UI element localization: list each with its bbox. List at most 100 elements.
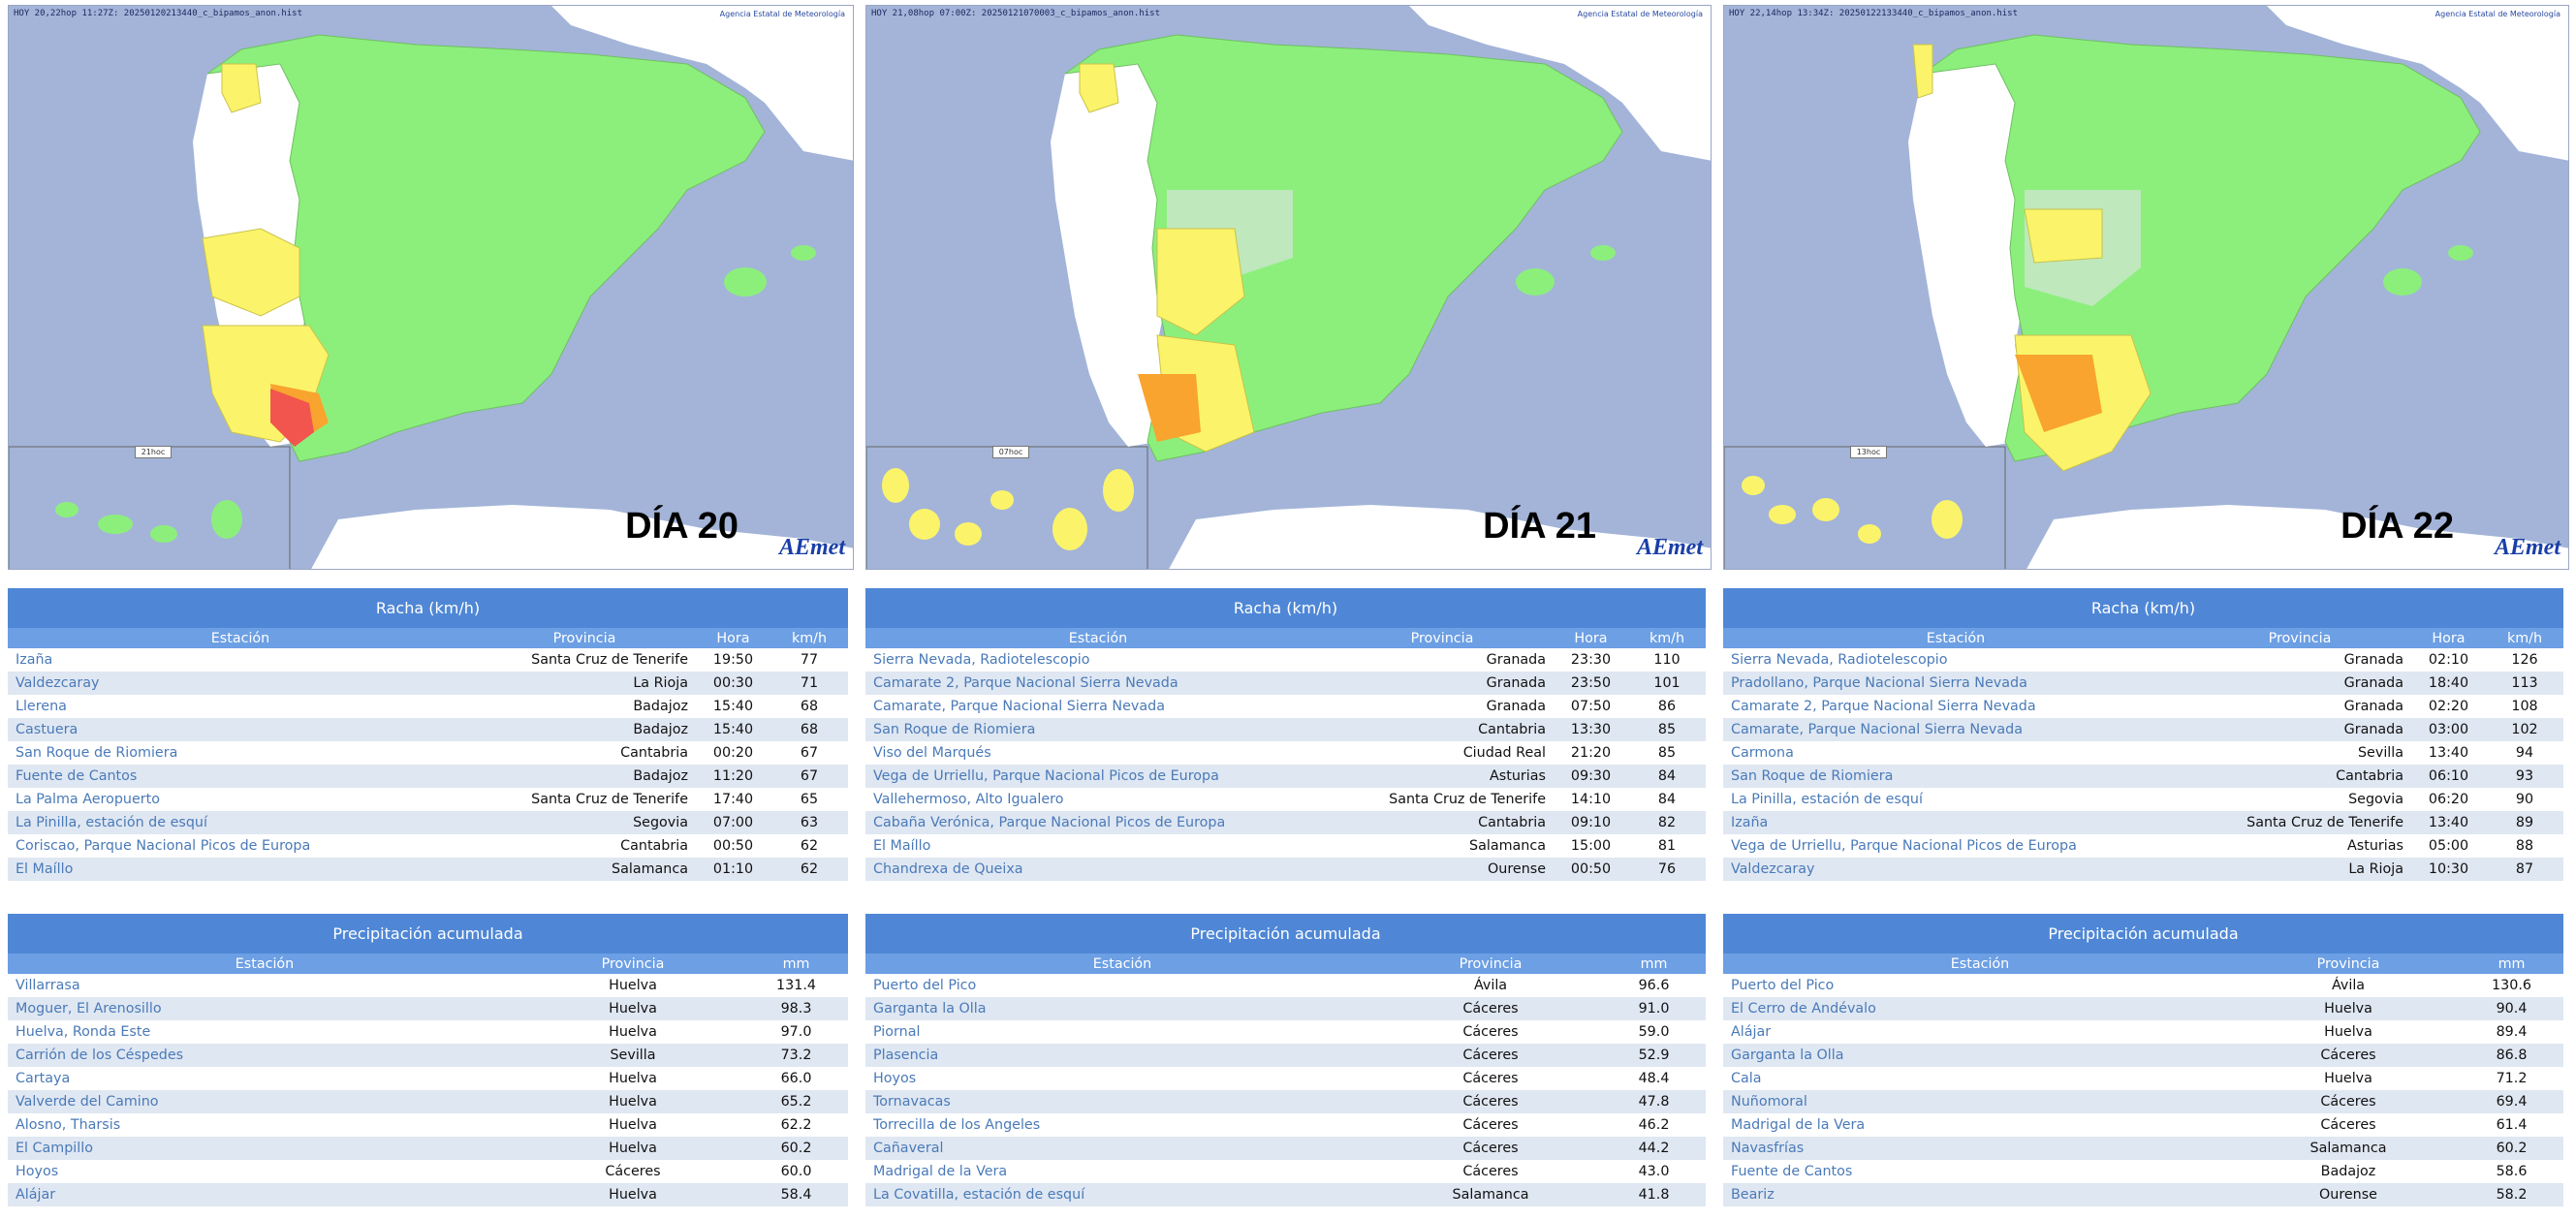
station-link[interactable]: Tornavacas [865,1090,1379,1113]
hour-cell: 15:00 [1570,838,1612,854]
table-row: Alájar Huelva 89.4 [1723,1020,2563,1044]
column-header-station: Estación [865,954,1379,974]
station-link[interactable]: Puerto del Pico [865,974,1379,997]
gust-value-cell: 68 [800,722,819,737]
station-link[interactable]: Madrigal de la Vera [1723,1113,2237,1137]
precip-value-cell: 86.8 [2496,1048,2528,1063]
station-link[interactable]: Vega de Urriellu, Parque Nacional Picos … [1723,834,2188,858]
station-link[interactable]: Alájar [1723,1020,2237,1044]
station-link[interactable]: Camarate, Parque Nacional Sierra Nevada [865,695,1331,718]
station-link[interactable]: Valverde del Camino [8,1090,521,1113]
station-link[interactable]: Vallehermoso, Alto Igualero [865,788,1331,811]
table-row: La Pinilla, estación de esquí Segovia 07:0… [8,811,848,834]
station-link[interactable]: Pradollano, Parque Nacional Sierra Nevad… [1723,672,2188,695]
hour-cell: 09:30 [1570,768,1612,784]
station-link[interactable]: La Pinilla, estación de esquí [1723,788,2188,811]
station-link[interactable]: Izaña [1723,811,2188,834]
station-link[interactable]: Cañaveral [865,1137,1379,1160]
precip-value-cell: 61.4 [2496,1117,2528,1133]
station-link[interactable]: Beariz [1723,1183,2237,1206]
station-link[interactable]: Madrigal de la Vera [865,1160,1379,1183]
table-row: Garganta la Olla Cáceres 91.0 [865,997,1706,1020]
province-cell: Huelva [609,1001,657,1017]
station-link[interactable]: Torrecilla de los Angeles [865,1113,1379,1137]
warning-map-day-22[interactable]: HOY 22,14hop 13:34Z: 20250122133440_c_bi… [1723,5,2569,570]
station-link[interactable]: La Palma Aeropuerto [8,788,473,811]
station-link[interactable]: El Cerro de Andévalo [1723,997,2237,1020]
station-link[interactable]: Alosno, Tharsis [8,1113,521,1137]
station-link[interactable]: Piornal [865,1020,1379,1044]
table-row: Puerto del Pico Ávila 130.6 [1723,974,2563,997]
station-link[interactable]: Valdezcaray [1723,858,2188,881]
racha-table: Estación Provincia Hora km/h Izaña Santa … [8,628,848,881]
province-cell: Granada [2343,699,2403,714]
station-link[interactable]: Sierra Nevada, Radiotelescopio [1723,648,2188,672]
province-cell: Cáceres [1462,1001,1519,1017]
precip-value-cell: 90.4 [2496,1001,2528,1017]
table-row: El Campillo Huelva 60.2 [8,1137,848,1160]
hour-cell: 18:40 [2428,675,2469,691]
station-link[interactable]: Izaña [8,648,473,672]
precip-value-cell: 58.6 [2496,1164,2528,1179]
station-link[interactable]: Llerena [8,695,473,718]
station-link[interactable]: Carrión de los Céspedes [8,1044,521,1067]
station-link[interactable]: Hoyos [865,1067,1379,1090]
province-cell: Cáceres [1462,1048,1519,1063]
station-link[interactable]: San Roque de Riomiera [8,741,473,765]
warning-map-graphic [9,6,853,569]
gust-value-cell: 102 [2511,722,2538,737]
station-link[interactable]: La Pinilla, estación de esquí [8,811,473,834]
hour-cell: 07:50 [1570,699,1612,714]
station-link[interactable]: Camarate 2, Parque Nacional Sierra Nevad… [865,672,1331,695]
province-cell: Badajoz [633,768,688,784]
station-link[interactable]: Navasfrías [1723,1137,2237,1160]
aemet-logo: AEmet [2494,535,2560,560]
station-link[interactable]: Camarate 2, Parque Nacional Sierra Nevad… [1723,695,2188,718]
column-header-hour: Hora [696,628,770,648]
station-link[interactable]: Cartaya [8,1067,521,1090]
province-cell: Cáceres [1462,1164,1519,1179]
station-link[interactable]: Carmona [1723,741,2188,765]
warning-map-day-21[interactable]: HOY 21,08hop 07:00Z: 20250121070003_c_bi… [865,5,1712,570]
station-link[interactable]: Valdezcaray [8,672,473,695]
station-link[interactable]: Huelva, Ronda Este [8,1020,521,1044]
station-link[interactable]: Fuente de Cantos [1723,1160,2237,1183]
station-link[interactable]: Viso del Marqués [865,741,1331,765]
column-header-hour: Hora [1554,628,1628,648]
table-row: San Roque de Riomiera Cantabria 13:30 85 [865,718,1706,741]
precip-value-cell: 60.2 [780,1141,812,1156]
station-link[interactable]: Nuñomoral [1723,1090,2237,1113]
station-link[interactable]: Castuera [8,718,473,741]
station-link[interactable]: Cala [1723,1067,2237,1090]
station-link[interactable]: Cabaña Verónica, Parque Nacional Picos d… [865,811,1331,834]
province-cell: Badajoz [633,699,688,714]
station-link[interactable]: Vega de Urriellu, Parque Nacional Picos … [865,765,1331,788]
station-link[interactable]: Fuente de Cantos [8,765,473,788]
station-link[interactable]: Camarate, Parque Nacional Sierra Nevada [1723,718,2188,741]
station-link[interactable]: Coriscao, Parque Nacional Picos de Europ… [8,834,473,858]
station-link[interactable]: Alájar [8,1183,521,1206]
station-link[interactable]: El Campillo [8,1137,521,1160]
station-link[interactable]: Garganta la Olla [1723,1044,2237,1067]
station-link[interactable]: Garganta la Olla [865,997,1379,1020]
precip-table: Estación Provincia mm Puerto del Pico Ávi… [1723,954,2563,1206]
map-header: HOY 22,14hop 13:34Z: 20250122133440_c_bi… [1729,9,2019,18]
station-link[interactable]: El Maíllo [865,834,1331,858]
hour-cell: 06:10 [2428,768,2469,784]
table-row: Izaña Santa Cruz de Tenerife 19:50 77 [8,648,848,672]
station-link[interactable]: Plasencia [865,1044,1379,1067]
station-link[interactable]: Hoyos [8,1160,521,1183]
racha-panel-day-20: Racha (km/h) Estación Provincia Hora km/… [8,588,848,881]
table-row: Coriscao, Parque Nacional Picos de Europ… [8,834,848,858]
precip-value-cell: 96.6 [1638,978,1670,993]
station-link[interactable]: Chandrexa de Queixa [865,858,1331,881]
station-link[interactable]: Moguer, El Arenosillo [8,997,521,1020]
station-link[interactable]: Puerto del Pico [1723,974,2237,997]
station-link[interactable]: El Maíllo [8,858,473,881]
station-link[interactable]: Villarrasa [8,974,521,997]
station-link[interactable]: La Covatilla, estación de esquí [865,1183,1379,1206]
station-link[interactable]: Sierra Nevada, Radiotelescopio [865,648,1331,672]
station-link[interactable]: San Roque de Riomiera [1723,765,2188,788]
warning-map-day-20[interactable]: HOY 20,22hop 11:27Z: 20250120213440_c_bi… [8,5,854,570]
station-link[interactable]: San Roque de Riomiera [865,718,1331,741]
